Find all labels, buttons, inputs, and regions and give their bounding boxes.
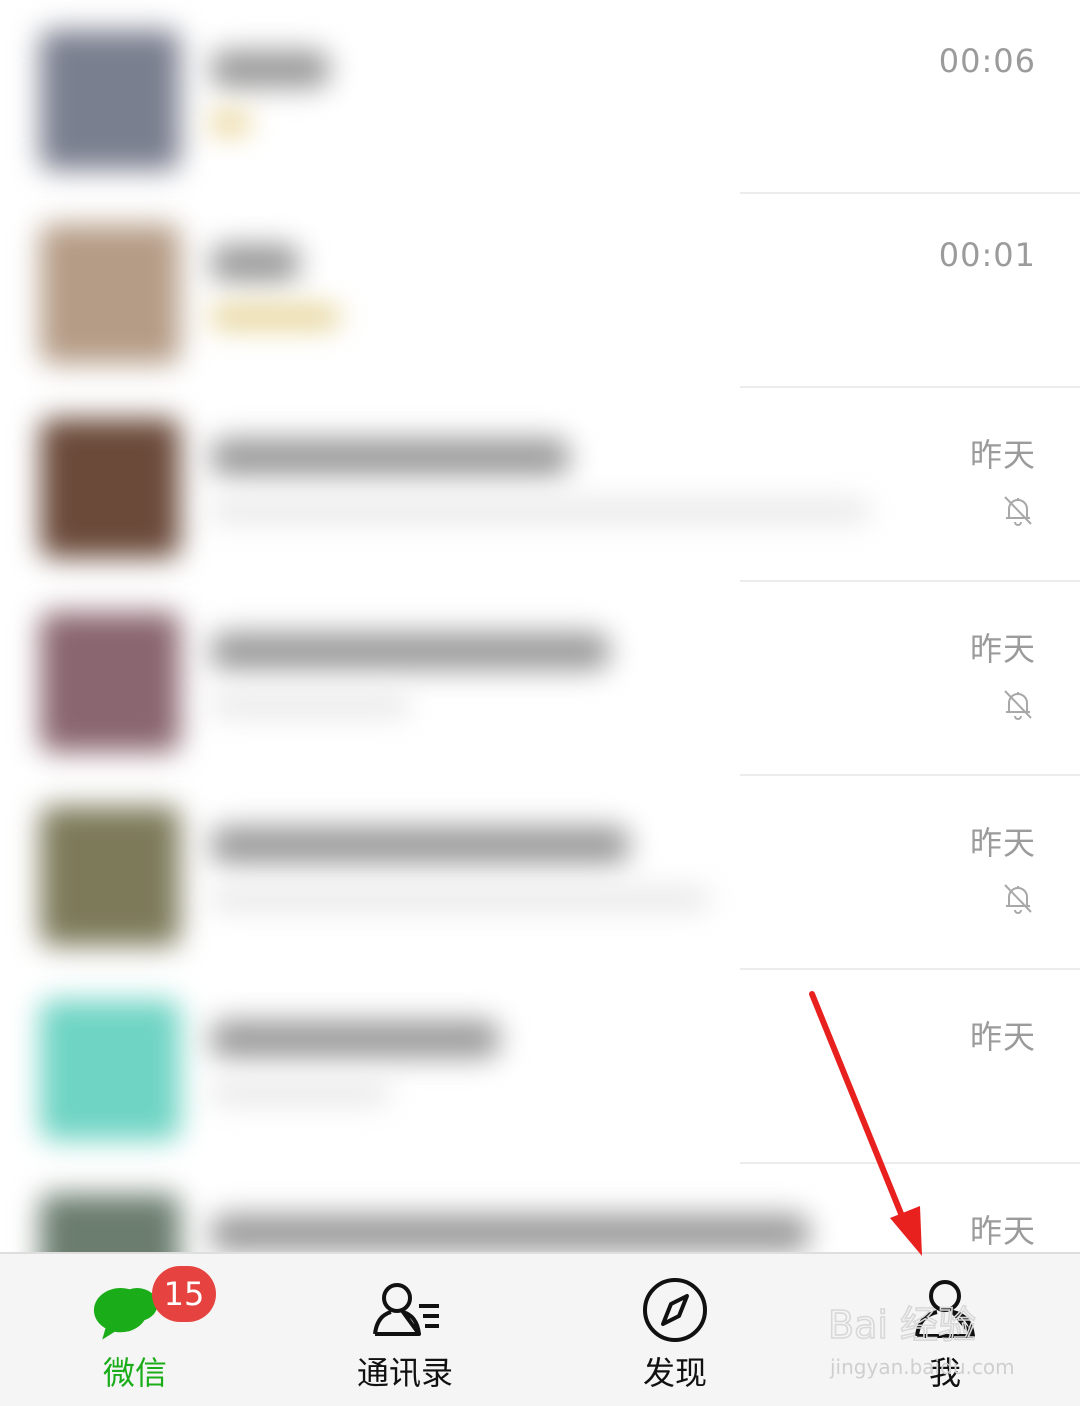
chat-time: 00:06 bbox=[938, 42, 1036, 80]
chat-row[interactable]: 昨天 bbox=[0, 776, 1080, 970]
chat-time: 昨天 bbox=[969, 824, 1036, 862]
chat-row[interactable]: 昨天 bbox=[0, 388, 1080, 582]
tab-me[interactable]: 我 bbox=[810, 1254, 1080, 1406]
chat-row[interactable]: 昨天 bbox=[0, 970, 1080, 1164]
chat-avatar bbox=[40, 806, 180, 946]
chat-time: 00:01 bbox=[938, 236, 1036, 274]
chat-row[interactable]: 昨天 bbox=[0, 1164, 1080, 1252]
chat-avatar bbox=[40, 1000, 180, 1140]
muted-bell-icon bbox=[1004, 690, 1032, 720]
chat-row[interactable]: 00:06 bbox=[0, 0, 1080, 194]
chat-preview-blurred bbox=[210, 694, 410, 716]
chat-preview-blurred bbox=[210, 888, 710, 910]
chat-preview-blurred bbox=[210, 500, 870, 522]
person-icon bbox=[915, 1280, 975, 1338]
chat-row[interactable]: 00:01 bbox=[0, 194, 1080, 388]
chat-avatar bbox=[40, 224, 180, 364]
chat-avatar bbox=[40, 30, 180, 170]
muted-bell-icon bbox=[1004, 496, 1032, 526]
bottom-tab-bar: 15 微信 通讯录 发现 我 bbox=[0, 1252, 1080, 1406]
tab-contacts[interactable]: 通讯录 bbox=[270, 1254, 540, 1406]
muted-bell-icon bbox=[1004, 884, 1032, 914]
chat-time: 昨天 bbox=[969, 630, 1036, 668]
chat-name-blurred bbox=[210, 632, 610, 670]
chat-avatar bbox=[40, 1194, 180, 1252]
tab-discover[interactable]: 发现 bbox=[540, 1254, 810, 1406]
chat-preview-blurred bbox=[210, 306, 340, 328]
chat-time: 昨天 bbox=[969, 1212, 1036, 1250]
tab-label-discover: 发现 bbox=[642, 1354, 707, 1392]
chat-name-blurred bbox=[210, 826, 630, 864]
chat-name-blurred bbox=[210, 1214, 810, 1252]
compass-icon bbox=[643, 1278, 707, 1342]
chat-name-blurred bbox=[210, 438, 570, 476]
tab-label-me: 我 bbox=[928, 1354, 961, 1392]
chat-preview-blurred bbox=[210, 112, 250, 134]
chat-list: 00:06 00:01 昨天 昨天 昨天 昨天 昨天 bbox=[0, 0, 1080, 1252]
contacts-icon bbox=[373, 1283, 439, 1336]
tab-chats[interactable]: 15 微信 bbox=[0, 1254, 270, 1406]
tab-label-chats: 微信 bbox=[102, 1354, 167, 1392]
tab-label-contacts: 通讯录 bbox=[356, 1354, 453, 1392]
chat-name-blurred bbox=[210, 50, 330, 88]
chat-name-blurred bbox=[210, 244, 300, 282]
chat-time: 昨天 bbox=[969, 436, 1036, 474]
unread-badge: 15 bbox=[152, 1266, 216, 1322]
chat-preview-blurred bbox=[210, 1082, 390, 1104]
chat-avatar bbox=[40, 612, 180, 752]
chat-name-blurred bbox=[210, 1020, 500, 1058]
chat-avatar bbox=[40, 418, 180, 558]
chat-row[interactable]: 昨天 bbox=[0, 582, 1080, 776]
chat-time: 昨天 bbox=[969, 1018, 1036, 1056]
